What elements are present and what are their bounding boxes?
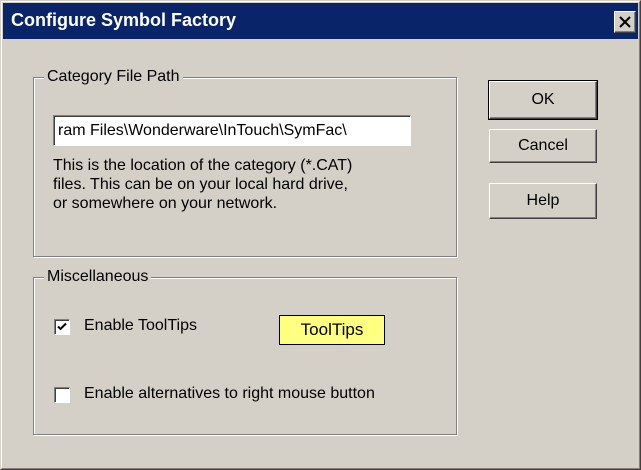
miscellaneous-legend: Miscellaneous bbox=[44, 267, 152, 287]
close-button[interactable] bbox=[614, 11, 636, 33]
category-file-path-legend: Category File Path bbox=[44, 67, 183, 87]
tooltip-sample: ToolTips bbox=[279, 315, 385, 345]
enable-tooltips-checkbox[interactable] bbox=[54, 319, 70, 335]
enable-tooltips-label[interactable]: Enable ToolTips bbox=[84, 317, 197, 335]
enable-alternatives-label[interactable]: Enable alternatives to right mouse butto… bbox=[84, 385, 375, 403]
category-path-input[interactable] bbox=[53, 115, 411, 146]
window-title: Configure Symbol Factory bbox=[11, 10, 237, 30]
description-line-3: or somewhere on your network. bbox=[53, 195, 278, 212]
description-line-1: This is the location of the category (*.… bbox=[53, 157, 353, 174]
ok-button[interactable]: OK bbox=[488, 80, 598, 120]
enable-alternatives-checkbox[interactable] bbox=[54, 387, 70, 403]
close-icon bbox=[619, 16, 631, 28]
help-button[interactable]: Help bbox=[489, 183, 597, 219]
configure-dialog: Configure Symbol Factory Category File P… bbox=[0, 0, 641, 470]
cancel-button[interactable]: Cancel bbox=[489, 129, 597, 163]
title-bar[interactable]: Configure Symbol Factory bbox=[3, 3, 638, 39]
category-path-description: This is the location of the category (*.… bbox=[53, 156, 433, 213]
description-line-2: files. This can be on your local hard dr… bbox=[53, 176, 348, 193]
miscellaneous-group: Miscellaneous bbox=[33, 267, 457, 435]
checkmark-icon bbox=[57, 322, 67, 331]
